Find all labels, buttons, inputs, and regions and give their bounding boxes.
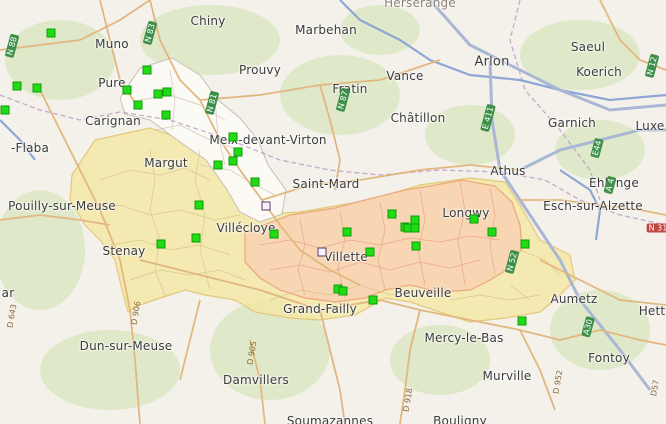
map-marker[interactable]: [191, 233, 201, 243]
place-label: Dun-sur-Meuse: [79, 339, 173, 353]
place-label: -Flaba: [10, 141, 50, 155]
place-label: Marbehan: [295, 23, 357, 37]
place-label: Muno: [95, 37, 129, 51]
map-marker[interactable]: [250, 177, 260, 187]
map-marker[interactable]: [213, 160, 223, 170]
place-label: Murville: [482, 369, 532, 383]
place-label: Villette: [324, 250, 368, 264]
place-label: Vance: [386, 69, 424, 83]
place-label: Garnich: [548, 116, 596, 130]
place-label: Esch-sur-Alzette: [543, 199, 643, 213]
map-marker[interactable]: [387, 209, 397, 219]
map-marker[interactable]: [228, 132, 238, 142]
place-label: Villécloye: [216, 221, 276, 235]
place-label: Chiny: [190, 14, 226, 28]
map-marker[interactable]: [365, 247, 375, 257]
place-label: Luxe: [635, 119, 665, 133]
map-marker[interactable]: [411, 241, 421, 251]
place-label: Koerich: [576, 65, 622, 79]
map-marker-open[interactable]: [317, 247, 327, 257]
map-marker[interactable]: [133, 100, 143, 110]
road-shield: N 31: [646, 223, 666, 233]
place-label: Arlon: [474, 54, 510, 70]
place-label: Saeul: [570, 40, 606, 54]
place-label: Longwy: [442, 206, 490, 220]
place-label: Saint-Mard: [292, 177, 360, 191]
place-label: Soumazannes: [286, 414, 374, 424]
map-marker[interactable]: [338, 286, 348, 296]
place-label: Prouvy: [238, 63, 282, 77]
map-marker[interactable]: [368, 295, 378, 305]
place-label: Damvillers: [223, 373, 289, 387]
place-label: Bouligny: [433, 414, 487, 424]
place-label: Stenay: [102, 244, 146, 258]
place-label: Fontoy: [588, 351, 630, 365]
map-marker[interactable]: [342, 227, 352, 237]
map-marker[interactable]: [269, 229, 279, 239]
place-label: ar: [1, 286, 15, 300]
place-label: Carignan: [85, 114, 141, 128]
map-marker[interactable]: [194, 200, 204, 210]
map-marker[interactable]: [161, 110, 171, 120]
map-marker[interactable]: [142, 65, 152, 75]
place-label: Mercy-le-Bas: [424, 331, 504, 345]
place-label: Grand-Failly: [283, 302, 357, 316]
map-marker[interactable]: [410, 223, 420, 233]
place-label: Châtillon: [390, 111, 446, 125]
map-marker[interactable]: [228, 156, 238, 166]
map-marker[interactable]: [156, 239, 166, 249]
map-marker[interactable]: [46, 28, 56, 38]
map-marker[interactable]: [122, 85, 132, 95]
map-marker[interactable]: [12, 81, 22, 91]
place-label: Aumetz: [550, 292, 598, 306]
place-label: Fratin: [332, 82, 368, 96]
map-marker-open[interactable]: [261, 201, 271, 211]
place-label: Meix-devant-Virton: [209, 133, 327, 147]
place-label: Athus: [490, 164, 526, 178]
map-view[interactable]: Herserange Chiny Marbehan Saeul Muno Arlon Koe…: [0, 0, 666, 424]
map-marker[interactable]: [520, 239, 530, 249]
map-marker[interactable]: [469, 214, 479, 224]
place-label: Herserange: [384, 0, 456, 10]
place-label: Margut: [144, 156, 188, 170]
map-marker[interactable]: [487, 227, 497, 237]
map-marker[interactable]: [0, 105, 10, 115]
place-label: Hett: [638, 304, 666, 318]
map-marker[interactable]: [517, 316, 527, 326]
map-marker[interactable]: [162, 87, 172, 97]
map-marker[interactable]: [233, 147, 243, 157]
map-marker[interactable]: [153, 89, 163, 99]
map-marker[interactable]: [32, 83, 42, 93]
place-label: Pouilly-sur-Meuse: [8, 199, 116, 213]
place-label: Beuveille: [394, 286, 452, 300]
